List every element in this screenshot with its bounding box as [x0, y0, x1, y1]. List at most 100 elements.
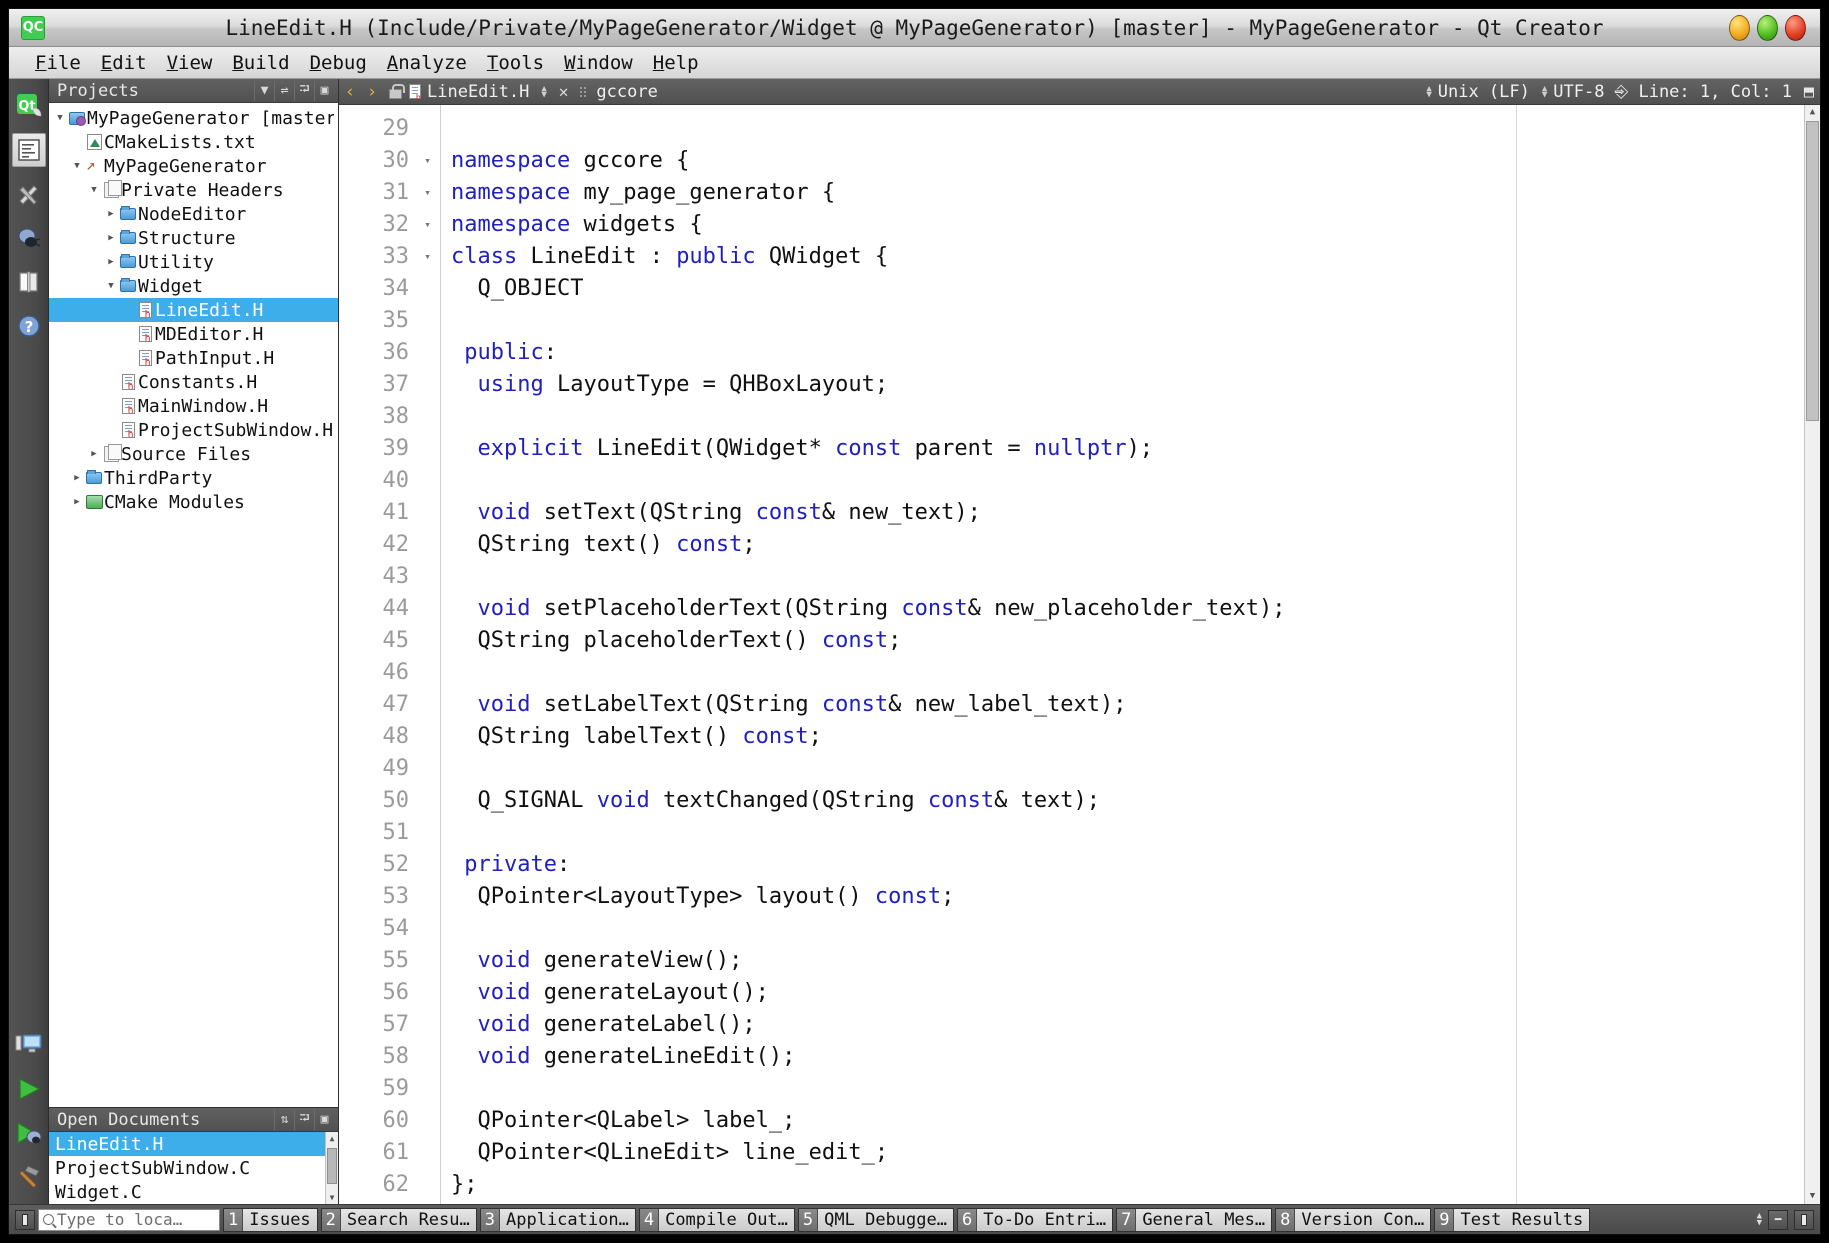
chevron-right-icon[interactable]: ▶ — [70, 473, 84, 483]
synchronize-button[interactable]: ⇌ — [274, 80, 294, 101]
editor-scroll-down-icon[interactable]: ▼ — [1805, 1189, 1820, 1204]
chevron-right-icon[interactable]: ▶ — [104, 209, 118, 219]
close-document-icon[interactable]: ✕ — [551, 82, 577, 101]
chevron-right-icon[interactable]: ▶ — [104, 257, 118, 267]
fold-marker-icon[interactable]: ▾ — [415, 209, 440, 241]
code-line[interactable]: namespace gccore { — [451, 145, 1820, 177]
scroll-thumb[interactable] — [327, 1148, 337, 1184]
chevron-down-icon[interactable]: ▼ — [104, 281, 118, 291]
menu-view[interactable]: View — [159, 50, 221, 76]
close-documents-button[interactable]: ▣ — [314, 1109, 334, 1130]
chevron-right-icon[interactable]: ▶ — [70, 497, 84, 507]
chevron-down-icon[interactable]: ▼ — [53, 113, 67, 123]
maximize-button[interactable] — [1757, 14, 1778, 41]
run-button-icon[interactable] — [12, 1072, 46, 1106]
editor-scroll-up-icon[interactable]: ▲ — [1805, 105, 1820, 120]
tree-item[interactable]: ▶ ThirdParty — [49, 466, 338, 490]
navigate-back-icon[interactable]: ‹ — [339, 80, 361, 104]
tree-item[interactable]: Constants.H — [49, 370, 338, 394]
output-pane-button[interactable]: 7 General Mes… — [1116, 1207, 1273, 1232]
code-line[interactable]: void setLabelText(QString const& new_lab… — [451, 689, 1820, 721]
output-pane-button[interactable]: 5 QML Debugge… — [797, 1207, 954, 1232]
menu-tools[interactable]: Tools — [479, 50, 552, 76]
build-button-icon[interactable] — [12, 1160, 46, 1194]
navigate-forward-icon[interactable]: › — [361, 80, 383, 104]
tree-item[interactable]: MainWindow.H — [49, 394, 338, 418]
sort-documents-button[interactable]: ⇅ — [274, 1109, 294, 1130]
scroll-up-icon[interactable]: ▲ — [326, 1132, 338, 1145]
code-line[interactable]: QPointer<QLabel> label_; — [451, 1105, 1820, 1137]
encoding-label[interactable]: UTF-8 — [1547, 82, 1610, 102]
code-line[interactable]: QString text() const; — [451, 529, 1820, 561]
output-pane-button[interactable]: 6 To-Do Entri… — [956, 1207, 1114, 1232]
tree-item[interactable]: ▼ Private Headers — [49, 178, 338, 202]
chevron-down-icon[interactable]: ▼ — [70, 161, 84, 171]
edit-mode-icon[interactable] — [11, 133, 46, 167]
code-line[interactable]: void generateLayout(); — [451, 977, 1820, 1009]
output-pane-button[interactable]: 2 Search Resu… — [320, 1207, 477, 1232]
tree-item[interactable]: ▶ Utility — [49, 250, 338, 274]
chevron-right-icon[interactable]: ▶ — [104, 233, 118, 243]
menu-help[interactable]: Help — [645, 50, 707, 76]
code-line[interactable] — [451, 401, 1820, 433]
split-documents-button[interactable]: ⮒ — [294, 1109, 314, 1130]
code-line[interactable]: QPointer<LayoutType> layout() const; — [451, 881, 1820, 913]
split-editor-icon[interactable]: ⬒ — [1798, 80, 1820, 104]
filter-tree-button[interactable]: ▼ — [254, 80, 274, 101]
projects-mode-icon[interactable] — [12, 265, 46, 299]
code-line[interactable]: class LineEdit : public QWidget { — [451, 241, 1820, 273]
code-line[interactable]: public: — [451, 337, 1820, 369]
menu-file[interactable]: File — [27, 50, 89, 76]
code-line[interactable]: namespace my_page_generator { — [451, 177, 1820, 209]
code-line[interactable] — [451, 465, 1820, 497]
output-pane-button[interactable]: 1 Issues — [223, 1207, 318, 1232]
code-line[interactable]: QPointer<QLineEdit> line_edit_; — [451, 1137, 1820, 1169]
tree-item[interactable]: LineEdit.H — [49, 298, 338, 322]
code-line[interactable] — [451, 913, 1820, 945]
close-panel-button[interactable]: ▣ — [314, 80, 334, 101]
symbol-scope-combo[interactable]: gccore — [592, 80, 661, 104]
unlock-icon[interactable] — [383, 80, 405, 104]
tree-item[interactable]: ▶ Structure — [49, 226, 338, 250]
toggle-sidebar-icon[interactable] — [15, 1209, 35, 1230]
line-ending-label[interactable]: Unix (LF) — [1432, 82, 1536, 102]
code-line[interactable]: private: — [451, 849, 1820, 881]
help-mode-icon[interactable]: ? — [12, 309, 46, 343]
tree-item[interactable]: CMakeLists.txt — [49, 130, 338, 154]
tree-item[interactable]: ▼ Widget — [49, 274, 338, 298]
tree-item[interactable]: ▼ MyPageGenerator — [49, 154, 338, 178]
code-line[interactable]: }; — [451, 1169, 1820, 1201]
editor-body[interactable]: 29 30 31 32 33 34 35 36 37 38 39 40 41 42 43 44 45 46 47 48… — [339, 105, 1820, 1204]
tree-item[interactable]: MDEditor.H — [49, 322, 338, 346]
tree-item[interactable]: ▼ MyPageGenerator [master] — [49, 106, 338, 130]
fold-marker-icon[interactable]: ▾ — [415, 241, 440, 273]
code-line[interactable] — [451, 305, 1820, 337]
toggle-right-sidebar-icon[interactable] — [1794, 1209, 1814, 1230]
output-pane-button[interactable]: 3 Application… — [479, 1207, 636, 1232]
start-debugging-icon[interactable] — [12, 1116, 46, 1150]
editor-scroll-thumb[interactable] — [1806, 121, 1819, 421]
code-line[interactable]: Q_OBJECT — [451, 273, 1820, 305]
code-line[interactable] — [451, 561, 1820, 593]
open-document-item[interactable]: LineEdit.H — [49, 1132, 338, 1156]
code-line[interactable]: QString labelText() const; — [451, 721, 1820, 753]
code-line[interactable]: void generateView(); — [451, 945, 1820, 977]
open-documents-list[interactable]: LineEdit.H ProjectSubWindow.C Widget.C ▲ ▼ — [49, 1132, 338, 1204]
code-line[interactable] — [451, 657, 1820, 689]
menu-edit[interactable]: Edit — [93, 50, 155, 76]
code-text-area[interactable]: namespace gccore {namespace my_page_gene… — [441, 105, 1820, 1204]
locator-input[interactable]: Type to loca… — [38, 1208, 220, 1231]
code-line[interactable]: void setPlaceholderText(QString const& n… — [451, 593, 1820, 625]
welcome-mode-icon[interactable]: Qt — [12, 89, 46, 123]
code-line[interactable] — [451, 753, 1820, 785]
code-line[interactable]: void generateLineEdit(); — [451, 1041, 1820, 1073]
code-line[interactable]: using LayoutType = QHBoxLayout; — [451, 369, 1820, 401]
code-line[interactable]: Q_SIGNAL void textChanged(QString const&… — [451, 785, 1820, 817]
fold-marker-icon[interactable]: ▾ — [415, 145, 440, 177]
editor-vertical-scrollbar[interactable]: ▲ ▼ — [1804, 105, 1820, 1204]
code-line[interactable]: explicit LineEdit(QWidget* const parent … — [451, 433, 1820, 465]
tree-item[interactable]: ▶ CMake Modules — [49, 490, 338, 514]
minimize-button[interactable] — [1729, 14, 1750, 41]
code-line[interactable]: namespace widgets { — [451, 209, 1820, 241]
menu-build[interactable]: Build — [224, 50, 297, 76]
